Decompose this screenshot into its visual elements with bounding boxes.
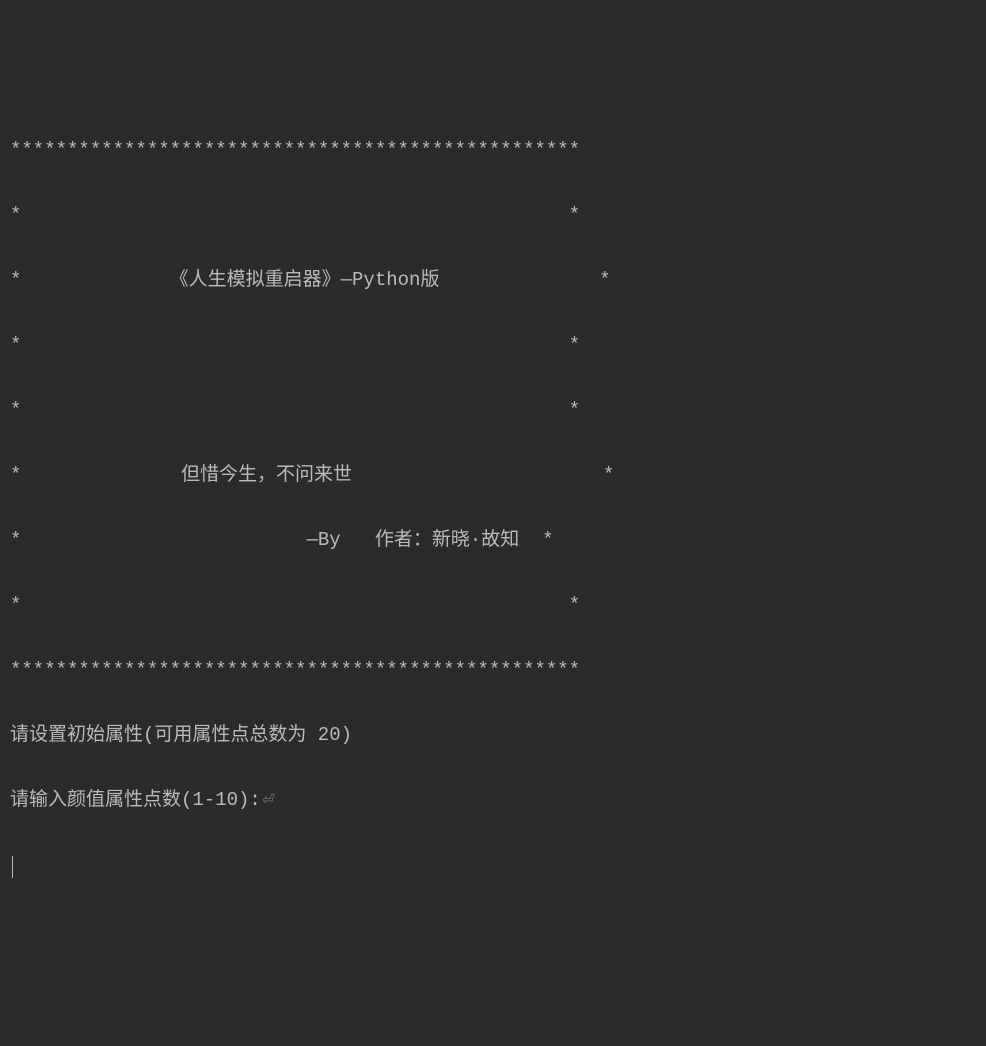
banner-blank-1: * * [10,199,976,232]
banner-blank-3: * * [10,394,976,427]
cursor-line[interactable] [10,851,976,884]
banner-motto: * 但惜今生，不问来世 * [10,459,976,492]
newline-icon: ⏎ [261,785,273,818]
banner-border-top: ****************************************… [10,134,976,167]
banner-title: * 《人生模拟重启器》—Python版 * [10,264,976,297]
banner-blank-2: * * [10,329,976,362]
input-prompt-line[interactable]: 请输入颜值属性点数(1-10):⏎ [10,784,976,819]
prompt-set-attributes: 请设置初始属性(可用属性点总数为 20) [10,719,976,752]
banner-border-bottom: ****************************************… [10,654,976,687]
banner-author: * —By 作者：新晓·故知 * [10,524,976,557]
prompt-appearance-points: 请输入颜值属性点数(1-10): [10,789,261,811]
banner-blank-4: * * [10,589,976,622]
text-cursor [12,856,13,878]
